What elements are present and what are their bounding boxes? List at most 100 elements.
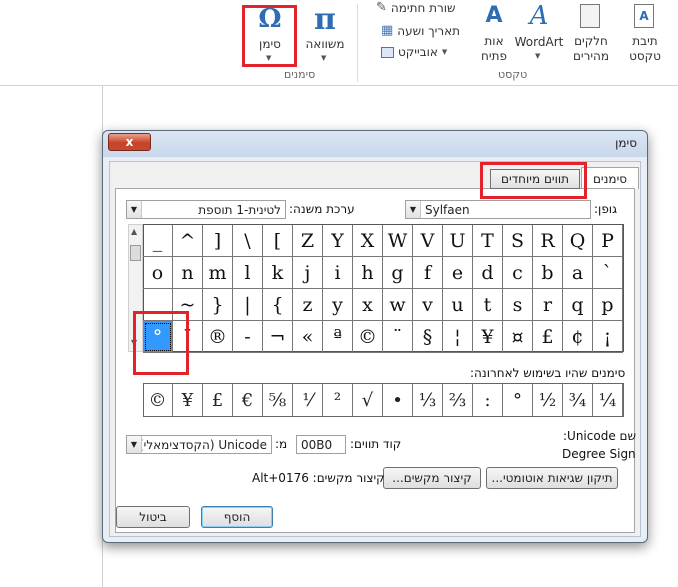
symbol-cell[interactable]: ª [323, 321, 353, 353]
symbol-cell[interactable]: q [563, 289, 593, 321]
symbol-cell[interactable]: ` [593, 257, 623, 289]
recent-symbol-cell[interactable]: ⅝ [263, 384, 293, 416]
symbol-cell[interactable]: ^ [173, 225, 203, 257]
recent-symbols-row[interactable]: ¼ ¾ ½ °: ⅔ ⅓ • √ ² ⅟ ⅝ € £ ¥ © [143, 383, 624, 417]
group-separator [357, 4, 358, 82]
symbol-cell[interactable]: ¥ [473, 321, 503, 353]
symbol-cell[interactable]: t [473, 289, 503, 321]
symbol-cell[interactable]: | [233, 289, 263, 321]
symbol-cell[interactable]: [ [263, 225, 293, 257]
symbol-cell[interactable]: y [323, 289, 353, 321]
symbol-cell[interactable]: X [353, 225, 383, 257]
quick-parts-button[interactable]: חלקים מהירים [566, 2, 616, 66]
symbol-cell[interactable]: W [383, 225, 413, 257]
insert-button[interactable]: הוסף [201, 506, 273, 528]
symbol-cell[interactable]: m [203, 257, 233, 289]
symbol-cell[interactable]: ¦ [443, 321, 473, 353]
wordart-button[interactable]: A WordArt ▼ [514, 1, 564, 66]
symbol-cell[interactable]: U [443, 225, 473, 257]
subset-select[interactable]: ▼ לטינית-1 תוספת [126, 200, 286, 219]
symbol-cell[interactable]: « [293, 321, 323, 353]
symbol-cell[interactable]: T [473, 225, 503, 257]
symbol-cell[interactable]: h [353, 257, 383, 289]
dialog-title-bar[interactable]: x סימן [103, 131, 647, 157]
date-time-button[interactable]: תאריך ושעה ▦ [381, 23, 460, 38]
symbol-cell[interactable]: v [413, 289, 443, 321]
symbol-cell[interactable]: { [263, 289, 293, 321]
shortcut-key-button[interactable]: קיצור מקשים... [383, 467, 481, 489]
recent-symbol-cell[interactable]: ⅓ [413, 384, 443, 416]
symbol-cell[interactable]: c [503, 257, 533, 289]
symbol-cell[interactable]: d [473, 257, 503, 289]
symbol-cell[interactable]: f [413, 257, 443, 289]
symbol-cell[interactable]: \ [233, 225, 263, 257]
tab-symbols[interactable]: סימנים [581, 167, 639, 189]
symbol-cell[interactable]: s [503, 289, 533, 321]
symbol-cell[interactable]: u [443, 289, 473, 321]
symbol-cell[interactable]: - [233, 321, 263, 353]
text-box-button[interactable]: A תיבת טקסט [620, 2, 670, 66]
symbol-cell[interactable]: k [263, 257, 293, 289]
symbol-cell[interactable]: R [533, 225, 563, 257]
object-button[interactable]: ▼ אובייקט [381, 45, 447, 59]
equation-button[interactable]: π משוואה ▼ [302, 2, 348, 66]
recent-symbol-cell[interactable]: ¼ [593, 384, 623, 416]
symbol-grid[interactable]: P Q R S T U V W X Y Z[\] ^ _ ` a b c d e f g h i j k l m n o p q r s t u v w… [143, 224, 624, 353]
font-select[interactable]: ▼ Sylfaen [405, 200, 591, 219]
recent-symbol-cell[interactable]: © [143, 384, 173, 416]
symbol-cell[interactable]: ¢ [563, 321, 593, 353]
symbol-cell[interactable]: w [383, 289, 413, 321]
symbol-cell[interactable]: g [383, 257, 413, 289]
symbol-cell[interactable]: i [323, 257, 353, 289]
symbol-cell[interactable]: e [443, 257, 473, 289]
symbol-cell[interactable]: Z [293, 225, 323, 257]
recent-symbol-cell[interactable]: ⅟ [293, 384, 323, 416]
recent-symbol-cell[interactable]: ⅔ [443, 384, 473, 416]
symbol-cell[interactable]: _ [143, 225, 173, 257]
symbol-cell[interactable]: b [533, 257, 563, 289]
symbol-cell[interactable]: § [413, 321, 443, 353]
symbol-cell[interactable]: P [593, 225, 623, 257]
scroll-thumb[interactable] [130, 245, 141, 261]
recent-symbol-cell[interactable]: ½ [533, 384, 563, 416]
symbol-cell[interactable]: V [413, 225, 443, 257]
symbol-cell[interactable]: a [563, 257, 593, 289]
symbol-cell[interactable]: x [353, 289, 383, 321]
recent-symbol-cell[interactable]: ¾ [563, 384, 593, 416]
symbol-cell[interactable]: n [173, 257, 203, 289]
recent-symbol-cell[interactable]: £ [203, 384, 233, 416]
symbol-cell[interactable]: ¤ [503, 321, 533, 353]
cancel-button[interactable]: ביטול [116, 506, 190, 528]
symbol-cell[interactable]: ¨ [383, 321, 413, 353]
symbol-cell[interactable]: Q [563, 225, 593, 257]
recent-symbol-cell[interactable]: ° [503, 384, 533, 416]
symbol-cell[interactable]: £ [533, 321, 563, 353]
symbol-cell[interactable]: ¡ [593, 321, 623, 353]
recent-symbol-cell[interactable]: ¥ [173, 384, 203, 416]
recent-symbol-cell[interactable]: √ [353, 384, 383, 416]
recent-symbol-cell[interactable]: • [383, 384, 413, 416]
symbol-cell[interactable]: p [593, 289, 623, 321]
symbol-cell[interactable]: ® [203, 321, 233, 353]
symbol-cell[interactable]: r [533, 289, 563, 321]
signature-line-button[interactable]: שורת חתימה ✎ [376, 0, 456, 15]
symbol-cell[interactable]: } [203, 289, 233, 321]
recent-symbol-cell[interactable]: : [473, 384, 503, 416]
symbol-cell[interactable]: Y [323, 225, 353, 257]
symbol-cell[interactable]: © [353, 321, 383, 353]
char-code-input[interactable]: 00B0 [296, 435, 346, 454]
symbol-cell[interactable]: S [503, 225, 533, 257]
symbol-cell[interactable]: z [293, 289, 323, 321]
symbol-cell[interactable]: ¬ [263, 321, 293, 353]
symbol-cell[interactable]: j [293, 257, 323, 289]
symbol-cell[interactable]: o [143, 257, 173, 289]
scroll-up-icon[interactable]: ▲ [131, 227, 137, 236]
recent-symbol-cell[interactable]: ² [323, 384, 353, 416]
autocorrect-button[interactable]: תיקון שגיאות אוטומטי... [486, 467, 618, 489]
close-button[interactable]: x [108, 133, 151, 151]
from-select[interactable]: ▼ Unicode (הקסדצימאלי) [126, 435, 272, 454]
recent-symbol-cell[interactable]: € [233, 384, 263, 416]
symbol-cell[interactable]: l [233, 257, 263, 289]
symbol-cell[interactable]: ] [203, 225, 233, 257]
dropcap-button[interactable]: A אות פתיח [475, 2, 513, 66]
